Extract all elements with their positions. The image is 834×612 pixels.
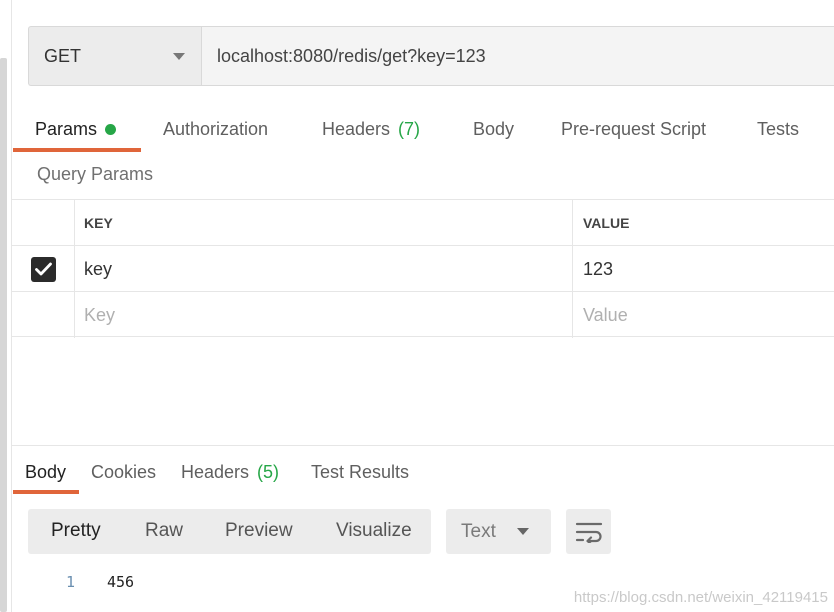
url-input[interactable]: localhost:8080/redis/get?key=123 [201,26,834,86]
table-row: key 123 [12,245,834,292]
tab-headers[interactable]: Headers (7) [322,106,420,152]
header-check-cell [12,200,74,246]
view-pretty-button[interactable]: Pretty [51,520,101,542]
param-value-text: 123 [583,258,614,279]
new-value-input[interactable]: Value [572,292,834,338]
checkmark-icon [34,262,52,276]
tab-params-label: Params [35,118,98,139]
query-params-title: Query Params [37,164,154,184]
query-params-table: KEY VALUE key 123 Key Value [12,199,834,338]
tab-response-body[interactable]: Body [25,450,66,494]
tab-cookies-label: Cookies [91,461,157,482]
sidebar-scroll-strip [0,0,12,612]
tab-response-body-label: Body [25,461,67,482]
response-divider[interactable] [12,445,834,446]
tab-authorization-label: Authorization [163,118,269,139]
view-visualize-button[interactable]: Visualize [336,520,412,542]
chevron-down-icon [173,52,185,60]
wrap-lines-icon [575,522,602,543]
url-text: localhost:8080/redis/get?key=123 [217,45,486,66]
response-tabs: Body Cookies Headers (5) Test Results [13,450,834,494]
new-key-input[interactable]: Key [74,292,573,338]
chevron-down-icon [517,528,529,535]
table-header-row: KEY VALUE [12,199,834,246]
tab-response-headers-count: (5) [257,461,280,482]
format-label: Text [461,520,496,542]
response-body-text[interactable]: 456 [107,573,134,591]
view-raw-button[interactable]: Raw [145,520,183,542]
tab-params[interactable]: Params [35,106,117,152]
tab-tests[interactable]: Tests [757,106,799,152]
param-key-field[interactable]: key [74,246,573,292]
column-header-value: VALUE [572,200,834,246]
method-select[interactable]: GET [28,26,201,86]
view-mode-segmented: Pretty Raw Preview Visualize [28,509,431,554]
request-url-bar: GET localhost:8080/redis/get?key=123 [28,26,834,86]
active-tab-underline [13,148,141,152]
format-select[interactable]: Text [446,509,551,554]
tab-tests-label: Tests [757,118,800,139]
tab-response-headers[interactable]: Headers (5) [181,450,279,494]
tab-pre-request-script[interactable]: Pre-request Script [561,106,706,152]
column-header-key: KEY [74,200,573,246]
table-row-new: Key Value [12,291,834,338]
tab-body-label: Body [473,118,515,139]
tab-headers-label: Headers [322,118,391,139]
sidebar-scrollbar[interactable] [0,58,7,612]
request-tabs: Params Authorization Headers (7) Body Pr… [13,106,834,152]
tab-response-headers-label: Headers [181,461,250,482]
tab-authorization[interactable]: Authorization [163,106,268,152]
tab-pre-request-label: Pre-request Script [561,118,707,139]
method-label: GET [44,45,82,66]
param-value-field[interactable]: 123 [572,246,834,292]
row-check-cell [12,246,74,292]
tab-test-results[interactable]: Test Results [311,450,409,494]
tab-body[interactable]: Body [473,106,514,152]
new-row-check-cell [12,292,74,338]
watermark: https://blog.csdn.net/weixin_42119415 [573,589,828,606]
tab-headers-count: (7) [398,118,421,139]
param-enabled-checkbox[interactable] [30,256,56,282]
postman-window: GET localhost:8080/redis/get?key=123 Par… [0,0,834,612]
tab-test-results-label: Test Results [311,461,410,482]
tab-cookies[interactable]: Cookies [91,450,156,494]
response-active-underline [13,490,79,494]
param-key-text: key [84,258,113,279]
view-preview-button[interactable]: Preview [225,520,293,542]
status-dot-icon [105,123,117,135]
line-number: 1 [66,573,76,591]
wrap-lines-button[interactable] [566,509,611,554]
